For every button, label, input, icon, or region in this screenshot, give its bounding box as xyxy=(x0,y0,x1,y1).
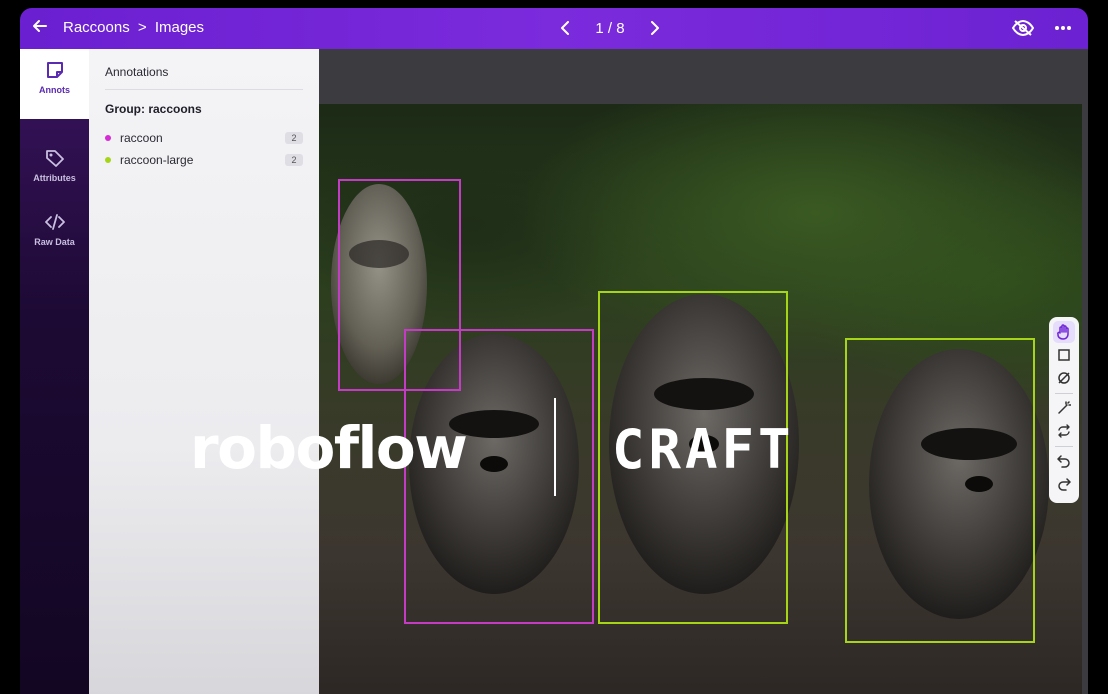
craft-logo: CRAFT xyxy=(612,418,795,481)
class-name: raccoon-large xyxy=(120,153,194,167)
rail-item-attributes[interactable]: Attributes xyxy=(20,137,89,207)
left-rail: Annots Attributes Raw Data xyxy=(20,49,89,694)
back-arrow-icon[interactable] xyxy=(32,17,52,39)
annotations-panel: Annotations Group: raccoons raccoon 2 ra… xyxy=(89,49,319,694)
repeat-icon[interactable] xyxy=(1053,420,1075,442)
class-count-badge: 2 xyxy=(285,154,303,166)
top-actions xyxy=(1012,17,1074,39)
rail-item-label: Raw Data xyxy=(34,237,75,247)
undo-icon[interactable] xyxy=(1053,450,1075,472)
tool-palette xyxy=(1049,317,1079,503)
raccoon-photo[interactable] xyxy=(319,104,1082,694)
panel-divider xyxy=(105,89,303,90)
class-color-dot xyxy=(105,135,111,141)
breadcrumb: Raccoons > Images xyxy=(63,19,204,36)
more-horizontal-icon[interactable] xyxy=(1052,17,1074,39)
annotation-canvas[interactable] xyxy=(319,49,1088,694)
stage: Raccoons > Images 1 / 8 Annots Attribute… xyxy=(0,0,1108,694)
top-bar: Raccoons > Images 1 / 8 xyxy=(20,8,1088,49)
bounding-box-icon[interactable] xyxy=(1053,344,1075,366)
rail-item-label: Attributes xyxy=(33,173,76,183)
magic-wand-icon[interactable] xyxy=(1053,397,1075,419)
class-row-raccoon[interactable]: raccoon 2 xyxy=(105,130,303,146)
breadcrumb-project[interactable]: Raccoons xyxy=(63,19,130,36)
app-window: Raccoons > Images 1 / 8 Annots Attribute… xyxy=(20,8,1088,694)
sticky-note-icon xyxy=(46,61,64,85)
class-count-badge: 2 xyxy=(285,132,303,144)
tool-separator xyxy=(1055,446,1073,447)
code-icon xyxy=(44,213,65,237)
class-color-dot xyxy=(105,157,111,163)
eye-off-icon[interactable] xyxy=(1012,17,1034,39)
class-row-raccoon-large[interactable]: raccoon-large 2 xyxy=(105,152,303,168)
rail-item-raw-data[interactable]: Raw Data xyxy=(20,201,89,271)
chevron-left-icon[interactable] xyxy=(550,16,580,40)
image-pager: 1 / 8 xyxy=(550,16,670,40)
rail-item-annots[interactable]: Annots xyxy=(20,49,89,119)
hand-icon[interactable] xyxy=(1053,321,1075,343)
bbox-raccoon-large[interactable] xyxy=(845,338,1035,643)
brand-divider xyxy=(554,398,556,496)
breadcrumb-section[interactable]: Images xyxy=(155,19,204,36)
panel-title: Annotations xyxy=(105,65,169,79)
breadcrumb-separator: > xyxy=(137,19,147,36)
redo-icon[interactable] xyxy=(1053,473,1075,495)
pager-count: 1 / 8 xyxy=(595,19,625,37)
class-name: raccoon xyxy=(120,131,163,145)
tool-separator xyxy=(1055,393,1073,394)
chevron-right-icon[interactable] xyxy=(640,16,670,40)
roboflow-logo: roboflow xyxy=(190,414,468,482)
rail-item-label: Annots xyxy=(39,85,70,95)
tag-icon xyxy=(45,149,65,173)
group-title: Group: raccoons xyxy=(105,102,202,116)
polygon-icon[interactable] xyxy=(1053,367,1075,389)
